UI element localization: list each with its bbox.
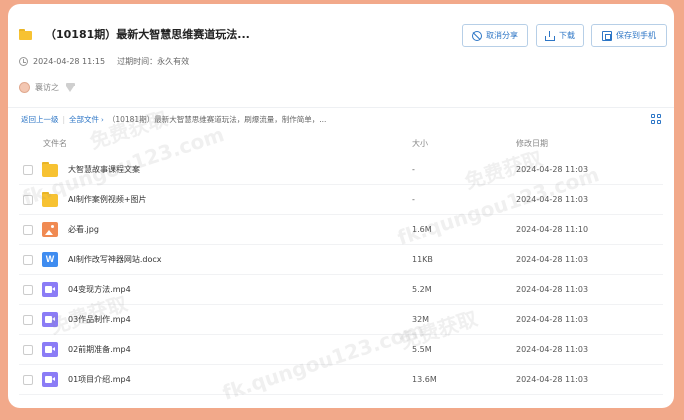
file-size: 5.5M xyxy=(412,345,432,354)
cancel-circle-icon xyxy=(472,30,482,41)
share-meta: 2024-04-28 11:15 过期时间：永久有效 xyxy=(19,56,189,67)
file-size: - xyxy=(412,165,415,174)
created-time: 2024-04-28 11:15 xyxy=(33,57,106,66)
share-card: （10181期）最新大智慧思维赛道玩法... 2024-04-28 11:15 … xyxy=(8,4,674,408)
sharer-info: 襄访之 xyxy=(19,82,76,93)
list-item[interactable]: 大智慧故事课程文案 - 2024-04-28 11:03 xyxy=(19,155,663,185)
list-item[interactable]: W AI制作改写神器网站.docx 11KB 2024-04-28 11:03 xyxy=(19,245,663,275)
sharer-name[interactable]: 襄访之 xyxy=(35,82,59,93)
all-files-link[interactable]: 全部文件 xyxy=(69,114,99,125)
back-link[interactable]: 返回上一级 xyxy=(21,114,59,125)
file-date: 2024-04-28 11:03 xyxy=(516,255,589,264)
file-name[interactable]: AI制作案例视频+图片 xyxy=(68,194,147,205)
download-label: 下载 xyxy=(559,31,575,40)
file-date: 2024-04-28 11:03 xyxy=(516,345,589,354)
save-to-phone-button[interactable]: 保存到手机 xyxy=(591,24,667,47)
breadcrumb: 返回上一级 | 全部文件 › （10181期）最新大智慧思维赛道玩法，刷爆流量，… xyxy=(21,114,326,125)
file-name[interactable]: 01项目介绍.mp4 xyxy=(68,374,131,385)
grid-view-icon[interactable] xyxy=(651,114,662,125)
file-size: - xyxy=(412,195,415,204)
video-file-icon xyxy=(42,372,58,387)
row-checkbox[interactable] xyxy=(23,194,33,205)
row-checkbox[interactable] xyxy=(23,224,33,235)
row-checkbox[interactable] xyxy=(23,344,33,355)
file-name[interactable]: 04变现方法.mp4 xyxy=(68,284,131,295)
column-name-header[interactable]: 文件名 xyxy=(43,138,67,149)
file-size: 11KB xyxy=(412,255,433,264)
file-size: 32M xyxy=(412,315,430,324)
expiry-label: 过期时间：永久有效 xyxy=(117,57,190,66)
video-file-icon xyxy=(42,282,58,297)
image-file-icon xyxy=(42,222,58,237)
file-date: 2024-04-28 11:03 xyxy=(516,315,589,324)
list-item[interactable]: 04变现方法.mp4 5.2M 2024-04-28 11:03 xyxy=(19,275,663,305)
list-item[interactable]: 03作品制作.mp4 32M 2024-04-28 11:03 xyxy=(19,305,663,335)
file-name[interactable]: AI制作改写神器网站.docx xyxy=(68,254,161,265)
file-date: 2024-04-28 11:03 xyxy=(516,285,589,294)
file-name[interactable]: 02前期准备.mp4 xyxy=(68,344,131,355)
video-file-icon xyxy=(42,342,58,357)
list-item[interactable]: 必看.jpg 1.6M 2024-04-28 11:10 xyxy=(19,215,663,245)
title-row: （10181期）最新大智慧思维赛道玩法... xyxy=(19,26,250,42)
file-size: 1.6M xyxy=(412,225,432,234)
file-date: 2024-04-28 11:03 xyxy=(516,375,589,384)
folder-icon xyxy=(19,28,32,40)
save-to-phone-label: 保存到手机 xyxy=(616,31,656,40)
phone-save-icon xyxy=(602,30,612,41)
share-title: （10181期）最新大智慧思维赛道玩法... xyxy=(45,28,250,41)
vip-diamond-icon xyxy=(65,83,76,92)
avatar[interactable] xyxy=(19,82,30,93)
file-size: 13.6M xyxy=(412,375,437,384)
header-divider xyxy=(8,107,674,108)
column-size-header[interactable]: 大小 xyxy=(412,138,428,149)
share-header: （10181期）最新大智慧思维赛道玩法... 2024-04-28 11:15 … xyxy=(8,4,674,107)
download-button[interactable]: 下载 xyxy=(536,24,584,47)
row-checkbox[interactable] xyxy=(23,284,33,295)
row-checkbox[interactable] xyxy=(23,254,33,265)
row-checkbox[interactable] xyxy=(23,164,33,175)
file-name[interactable]: 必看.jpg xyxy=(68,224,99,235)
column-modified-header[interactable]: 修改日期 xyxy=(516,138,548,149)
folder-icon xyxy=(42,162,58,177)
file-name[interactable]: 大智慧故事课程文案 xyxy=(68,164,140,175)
cancel-share-button[interactable]: 取消分享 xyxy=(462,24,528,47)
video-file-icon xyxy=(42,312,58,327)
folder-icon xyxy=(42,192,58,207)
row-checkbox[interactable] xyxy=(23,374,33,385)
list-item[interactable]: AI制作案例视频+图片 - 2024-04-28 11:03 xyxy=(19,185,663,215)
watermark-text: 免费获取 xyxy=(86,106,171,154)
download-icon xyxy=(545,30,555,41)
row-checkbox[interactable] xyxy=(23,314,33,325)
word-file-icon: W xyxy=(42,252,58,267)
list-item[interactable]: 02前期准备.mp4 5.5M 2024-04-28 11:03 xyxy=(19,335,663,365)
clock-icon xyxy=(19,57,28,66)
file-name[interactable]: 03作品制作.mp4 xyxy=(68,314,131,325)
breadcrumb-separator: | xyxy=(62,115,66,124)
file-date: 2024-04-28 11:03 xyxy=(516,165,589,174)
chevron-right-icon: › xyxy=(101,115,104,124)
file-date: 2024-04-28 11:03 xyxy=(516,195,589,204)
file-list: 大智慧故事课程文案 - 2024-04-28 11:03 AI制作案例视频+图片… xyxy=(19,155,663,395)
cancel-share-label: 取消分享 xyxy=(486,31,518,40)
file-size: 5.2M xyxy=(412,285,432,294)
current-folder: （10181期）最新大智慧思维赛道玩法，刷爆流量，制作简单，... xyxy=(107,115,327,124)
file-date: 2024-04-28 11:10 xyxy=(516,225,589,234)
list-item[interactable]: 01项目介绍.mp4 13.6M 2024-04-28 11:03 xyxy=(19,365,663,395)
